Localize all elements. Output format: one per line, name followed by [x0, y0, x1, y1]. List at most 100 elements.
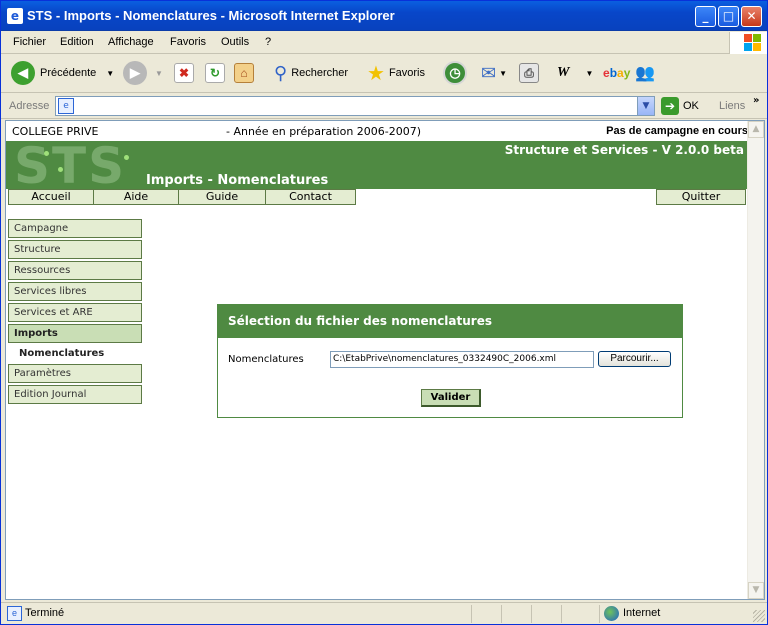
scroll-down-icon[interactable]: ▼	[748, 582, 764, 599]
school-year: - Année en préparation 2006-2007)	[226, 125, 422, 138]
history-button[interactable]: ◷	[443, 55, 467, 91]
address-bar: Adresse e ▼ ➔ OK Liens »	[1, 94, 767, 119]
search-icon: ⚲	[274, 62, 288, 83]
status-divider	[501, 605, 502, 623]
status-divider	[531, 605, 532, 623]
sidebar-item-services-libres[interactable]: Services libres	[8, 282, 142, 301]
minimize-button[interactable]: _	[695, 6, 716, 27]
word-dropdown-icon[interactable]: ▼	[585, 69, 593, 78]
window-title: STS - Imports - Nomenclatures - Microsof…	[27, 8, 395, 23]
messenger-icon: 👥	[635, 65, 655, 82]
favorites-button[interactable]: ★ Favoris	[367, 55, 425, 91]
mail-dropdown-icon[interactable]: ▼	[499, 69, 507, 78]
print-button[interactable]: ⎙	[519, 55, 539, 91]
favorites-label: Favoris	[388, 67, 425, 79]
menu-bar: Fichier Edition Affichage Favoris Outils…	[1, 32, 767, 54]
resize-grip-icon[interactable]	[753, 610, 765, 622]
back-dropdown-icon[interactable]: ▼	[106, 69, 114, 78]
stop-icon: ✖	[174, 63, 194, 83]
title-bar[interactable]: e STS - Imports - Nomenclatures - Micros…	[1, 1, 767, 31]
messenger-button[interactable]: 👥	[635, 55, 655, 91]
close-button[interactable]: ✕	[741, 6, 762, 27]
app-banner: STS Structure et Services - V 2.0.0 beta…	[6, 141, 748, 189]
word-icon: W	[557, 65, 570, 80]
browse-button[interactable]: Parcourir...	[598, 351, 671, 367]
toolbar: ◀ Précédente ▼ ▶ ▼ ✖ ↻ ⌂ ⚲ Rechercher ★ …	[1, 55, 767, 93]
home-button[interactable]: ⌂	[234, 55, 254, 91]
forward-arrow-icon: ▶	[123, 61, 147, 85]
ie-icon: e	[7, 8, 23, 24]
menu-help[interactable]: ?	[265, 36, 271, 48]
main-nav: Accueil Aide Guide Contact Quitter	[6, 189, 748, 205]
scroll-up-icon[interactable]: ▲	[748, 121, 764, 138]
maximize-button[interactable]: □	[718, 6, 739, 27]
nav-quitter[interactable]: Quitter	[656, 189, 746, 205]
page-title: Imports - Nomenclatures	[146, 173, 329, 188]
star-icon: ★	[367, 62, 385, 85]
vertical-scrollbar[interactable]: ▲ ▼	[747, 121, 764, 599]
sidebar-item-edition-journal[interactable]: Edition Journal	[8, 385, 142, 404]
security-zone: Internet	[623, 607, 661, 619]
forward-dropdown-icon[interactable]: ▼	[155, 69, 163, 78]
status-text: Terminé	[25, 607, 65, 619]
nav-accueil[interactable]: Accueil	[8, 189, 94, 205]
page-viewport: COLLEGE PRIVE - Année en préparation 200…	[5, 120, 765, 600]
menu-favoris[interactable]: Favoris	[170, 36, 206, 48]
word-button[interactable]: W ▼	[557, 55, 593, 91]
menu-outils[interactable]: Outils	[221, 36, 249, 48]
sidebar-item-imports[interactable]: Imports	[8, 324, 142, 343]
menu-edition[interactable]: Edition	[60, 36, 94, 48]
chevron-right-icon[interactable]: »	[753, 95, 759, 106]
nav-contact[interactable]: Contact	[265, 189, 356, 205]
app-version: Structure et Services - V 2.0.0 beta	[504, 143, 744, 157]
page-status-icon: e	[7, 606, 22, 621]
sidebar-item-campagne[interactable]: Campagne	[8, 219, 142, 238]
history-icon: ◷	[443, 61, 467, 85]
page-header: COLLEGE PRIVE - Année en préparation 200…	[6, 121, 748, 141]
refresh-icon: ↻	[205, 63, 225, 83]
go-label: OK	[683, 100, 699, 112]
address-input[interactable]: e ▼	[55, 96, 655, 116]
address-label: Adresse	[9, 100, 50, 112]
nav-aide[interactable]: Aide	[93, 189, 179, 205]
ebay-button[interactable]: ebay	[603, 55, 630, 91]
go-button[interactable]: ➔ OK	[661, 97, 699, 115]
search-label: Rechercher	[291, 67, 349, 79]
sidebar-item-services-are[interactable]: Services et ARE	[8, 303, 142, 322]
banner-dot	[124, 155, 129, 160]
valider-button[interactable]: Valider	[421, 389, 481, 407]
file-path-input[interactable]: C:\EtabPrive\nomenclatures_0332490C_2006…	[330, 351, 594, 368]
page-icon: e	[58, 98, 74, 114]
mail-icon: ✉	[481, 62, 497, 83]
status-divider	[561, 605, 562, 623]
forward-button[interactable]: ▶ ▼	[123, 55, 163, 91]
page-content: COLLEGE PRIVE - Année en préparation 200…	[6, 121, 748, 599]
address-dropdown-icon[interactable]: ▼	[637, 97, 654, 115]
menu-affichage[interactable]: Affichage	[108, 36, 154, 48]
back-arrow-icon: ◀	[11, 61, 35, 85]
status-divider	[471, 605, 472, 623]
back-label: Précédente	[40, 67, 97, 79]
nomenclatures-label: Nomenclatures	[228, 354, 304, 365]
sidebar-item-parametres[interactable]: Paramètres	[8, 364, 142, 383]
status-bar: e Terminé Internet	[1, 602, 767, 624]
ebay-icon: ebay	[603, 66, 631, 80]
status-divider	[599, 605, 600, 623]
refresh-button[interactable]: ↻	[205, 55, 225, 91]
back-button[interactable]: ◀ Précédente ▼	[11, 55, 114, 91]
stop-button[interactable]: ✖	[174, 55, 194, 91]
mail-button[interactable]: ✉ ▼	[481, 55, 507, 91]
campaign-status: Pas de campagne en cours	[606, 125, 748, 137]
banner-dot	[58, 167, 63, 172]
go-arrow-icon: ➔	[661, 97, 679, 115]
search-button[interactable]: ⚲ Rechercher	[274, 55, 348, 91]
sidebar-item-ressources[interactable]: Ressources	[8, 261, 142, 280]
menu-fichier[interactable]: Fichier	[13, 36, 46, 48]
sidebar-subitem-nomenclatures[interactable]: Nomenclatures	[19, 348, 104, 359]
links-toolbar[interactable]: Liens	[719, 100, 745, 112]
home-icon: ⌂	[234, 63, 254, 83]
nav-guide[interactable]: Guide	[178, 189, 266, 205]
sidebar-item-structure[interactable]: Structure	[8, 240, 142, 259]
globe-icon	[604, 606, 619, 621]
sts-logo: STS	[14, 141, 127, 189]
